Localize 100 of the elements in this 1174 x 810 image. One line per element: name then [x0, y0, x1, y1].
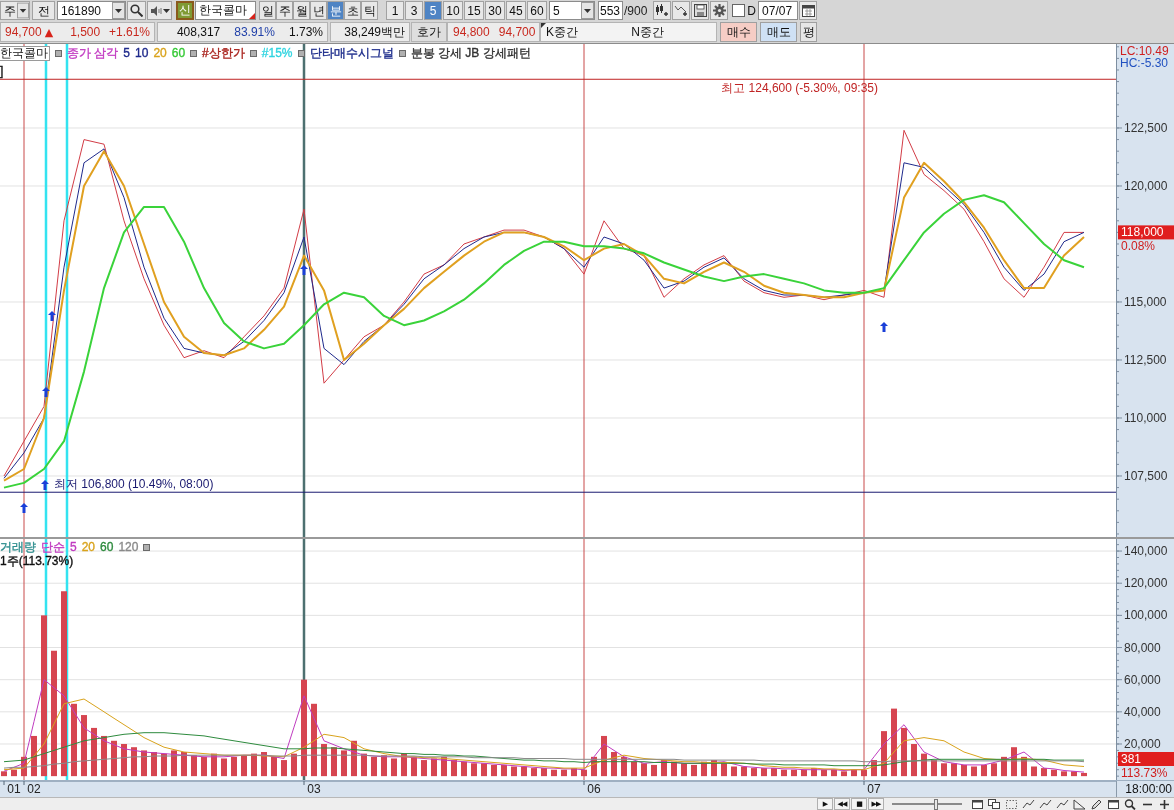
- dotted-box-icon: [1004, 798, 1018, 810]
- order-type-left: K중간: [546, 23, 578, 41]
- volume-bar: [661, 760, 667, 777]
- slider-thumb[interactable]: [934, 798, 939, 810]
- volume-bar: [21, 756, 27, 777]
- toolbar-icon-button[interactable]: [1054, 798, 1070, 810]
- interval-tab[interactable]: 5: [424, 1, 442, 20]
- time-axis-label: 07: [867, 782, 881, 796]
- period-tab[interactable]: 일: [259, 1, 276, 20]
- prev-button[interactable]: 전: [32, 1, 55, 20]
- volume-bar: [591, 756, 597, 777]
- interval-tab[interactable]: 30: [485, 1, 505, 20]
- floppy-icon: [693, 4, 707, 17]
- toolbar-icon-button[interactable]: [1071, 798, 1087, 810]
- volume-bar: [911, 744, 917, 777]
- toolbar-icon-button[interactable]: [1037, 798, 1053, 810]
- legend-item: #15%: [261, 46, 293, 60]
- market-select[interactable]: 주: [0, 1, 30, 20]
- volume-bar: [1061, 771, 1067, 777]
- range-label: HC:-5.30: [1120, 56, 1169, 70]
- volume-bar: [671, 761, 677, 777]
- order-type-field[interactable]: K중간 N중간: [540, 22, 717, 42]
- corner-triangle-icon: [541, 23, 546, 28]
- turnover-rate: 1.73%: [288, 25, 323, 39]
- calendar-button[interactable]: [799, 1, 818, 20]
- bid-price: 94,700: [498, 25, 536, 39]
- volume-bar: [991, 763, 997, 777]
- legend-square-icon[interactable]: [297, 49, 305, 57]
- copy-icon: [987, 798, 1001, 810]
- buy-button[interactable]: 매수: [720, 22, 757, 42]
- volume-bar: [821, 769, 827, 777]
- add-candle-button[interactable]: [653, 1, 672, 20]
- trade-value: 38,249백만: [344, 23, 405, 41]
- volume-bar: [621, 756, 627, 777]
- interval-tab[interactable]: 45: [506, 1, 526, 20]
- time-axis-label: 03: [307, 782, 321, 796]
- volume-bar: [761, 768, 767, 777]
- trend-line-icon: [1055, 798, 1069, 810]
- average-button[interactable]: 평: [800, 22, 817, 42]
- legend-square-icon[interactable]: [398, 49, 406, 57]
- legend-square-icon[interactable]: [190, 49, 198, 57]
- sell-button[interactable]: 매도: [760, 22, 797, 42]
- interval-select[interactable]: 5: [549, 1, 595, 20]
- volume-bar: [221, 758, 227, 777]
- stock-code-field[interactable]: 161890: [57, 1, 126, 20]
- volume-bar: [401, 753, 407, 777]
- legend-square-icon[interactable]: [55, 49, 62, 57]
- period-tab[interactable]: 초: [344, 1, 361, 20]
- price-change-label: 0.08%: [1121, 239, 1156, 254]
- volume-value: 408,317: [176, 25, 221, 39]
- toolbar-icon-button[interactable]: [1122, 798, 1138, 810]
- volume-bar: [881, 731, 887, 777]
- legend-square-icon[interactable]: [249, 49, 257, 57]
- volume-bar: [551, 769, 557, 777]
- interval-tab[interactable]: 3: [405, 1, 423, 20]
- sound-button[interactable]: [147, 1, 172, 20]
- axis-tick-label: 120,000: [1124, 576, 1168, 591]
- toolbar-icon-button[interactable]: [1003, 798, 1019, 810]
- price-change: 1,500: [70, 25, 101, 39]
- volume-bar: [511, 766, 517, 777]
- ask-price: 94,800: [453, 25, 490, 39]
- volume-bar: [1, 771, 7, 777]
- date-field[interactable]: 07/07: [758, 1, 799, 20]
- period-tab[interactable]: 틱: [361, 1, 378, 20]
- volume-bar: [971, 766, 977, 777]
- toolbar-icon-button[interactable]: [986, 798, 1002, 810]
- change-mark: ▲: [44, 25, 54, 39]
- volume-bar: [381, 755, 387, 777]
- volume-bar: [831, 769, 837, 777]
- count-field[interactable]: 553: [598, 1, 623, 20]
- interval-tab[interactable]: 60: [527, 1, 547, 20]
- volume-bar: [171, 750, 177, 777]
- volume-bar: [461, 761, 467, 777]
- period-tab[interactable]: 분: [327, 1, 344, 20]
- add-line-button[interactable]: [672, 1, 691, 20]
- sync-checkbox[interactable]: [732, 4, 746, 17]
- legend-square-icon[interactable]: [143, 543, 151, 551]
- volume-bar: [341, 750, 347, 777]
- volume-bar: [781, 769, 787, 777]
- period-tab[interactable]: 주: [276, 1, 293, 20]
- interval-tab[interactable]: 15: [464, 1, 484, 20]
- volume-bar: [351, 740, 357, 777]
- period-tab[interactable]: 년: [310, 1, 327, 20]
- save-button[interactable]: [691, 1, 710, 20]
- toolbar-icon-button[interactable]: [1020, 798, 1036, 810]
- settings-button[interactable]: [710, 1, 729, 20]
- toolbar-icon-button[interactable]: [969, 798, 985, 810]
- volume-bar: [701, 761, 707, 777]
- volume-bar: [721, 763, 727, 777]
- period-tab[interactable]: 월: [293, 1, 310, 20]
- volume-bar: [281, 760, 287, 777]
- stock-name-field[interactable]: 한국콜마: [195, 1, 256, 20]
- up-arrow-icon: [42, 387, 50, 397]
- volume-bar: [841, 771, 847, 777]
- volume-ratio: 83.91%: [234, 25, 275, 39]
- toolbar-icon-button[interactable]: [1088, 798, 1104, 810]
- interval-tab[interactable]: 10: [443, 1, 463, 20]
- toolbar-icon-button[interactable]: [1105, 798, 1121, 810]
- search-button[interactable]: [127, 1, 146, 20]
- interval-tab[interactable]: 1: [386, 1, 404, 20]
